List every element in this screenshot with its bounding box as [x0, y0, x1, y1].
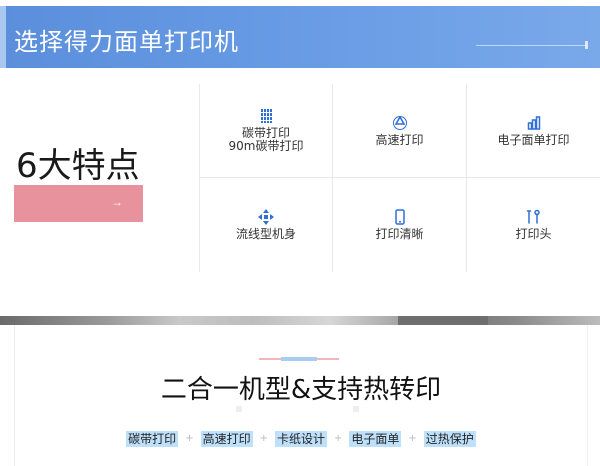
tag-separator: +	[334, 433, 343, 444]
features-grid: 碳带打印 90m碳带打印 高速打印 电子面单打印 流线型机身 打印清晰 打印头	[199, 84, 600, 272]
features-heading: 6大特点	[16, 146, 140, 186]
arrow-right-icon: →	[111, 195, 123, 209]
phone-icon	[394, 209, 405, 225]
heading-marker-right	[353, 406, 359, 412]
feature-item-clarity[interactable]: 打印清晰	[332, 178, 466, 272]
product-heading: 二合一机型&支持热转印	[160, 375, 442, 405]
feature-item-speed[interactable]: 高速打印	[332, 84, 466, 178]
section-divider-accent	[398, 316, 488, 325]
feature-item-ribbon[interactable]: 碳带打印 90m碳带打印	[199, 84, 332, 178]
banner-decor-dot	[585, 41, 588, 49]
banner-title: 选择得力面单打印机	[14, 28, 239, 56]
recycle-icon	[392, 115, 407, 130]
feature-sublabel: 90m碳带打印	[228, 139, 304, 153]
header-banner: 选择得力面单打印机	[0, 6, 600, 68]
tag-separator: +	[185, 433, 194, 444]
tag-separator: +	[259, 433, 268, 444]
feature-label: 高速打印	[375, 132, 424, 147]
tools-icon	[526, 209, 540, 224]
feature-label: 电子面单打印	[497, 132, 570, 147]
features-panel: 6大特点 → 碳带打印 90m碳带打印 高速打印 电子面单打印 流线型机身 打印…	[0, 84, 600, 272]
feature-label: 流线型机身	[235, 227, 296, 241]
feature-label: 打印头	[515, 227, 552, 241]
features-cta-button[interactable]: →	[14, 185, 143, 222]
feature-label: 打印清晰	[375, 227, 424, 241]
ribbon-icon	[261, 109, 272, 123]
heading-decor-bar	[281, 357, 317, 361]
move-arrows-icon	[258, 209, 274, 225]
feature-item-e-waybill[interactable]: 电子面单打印	[466, 84, 600, 178]
tag-item: 电子面单	[349, 431, 402, 447]
product-section: 二合一机型&支持热转印 碳带打印 + 高速打印 + 卡纸设计 + 电子面单 + …	[14, 325, 588, 466]
tag-item: 碳带打印	[126, 431, 179, 447]
section-divider	[0, 316, 600, 325]
bar-chart-icon	[527, 115, 540, 130]
feature-tags: 碳带打印 + 高速打印 + 卡纸设计 + 电子面单 + 过热保护	[15, 431, 587, 447]
tag-item: 卡纸设计	[274, 431, 327, 447]
heading-marker-left	[236, 406, 242, 412]
banner-decor-line	[476, 45, 586, 46]
tag-separator: +	[408, 433, 417, 444]
feature-item-print-head[interactable]: 打印头	[466, 178, 600, 272]
tag-item: 高速打印	[200, 431, 253, 447]
feature-item-streamlined[interactable]: 流线型机身	[199, 178, 332, 272]
tag-item: 过热保护	[423, 431, 476, 447]
